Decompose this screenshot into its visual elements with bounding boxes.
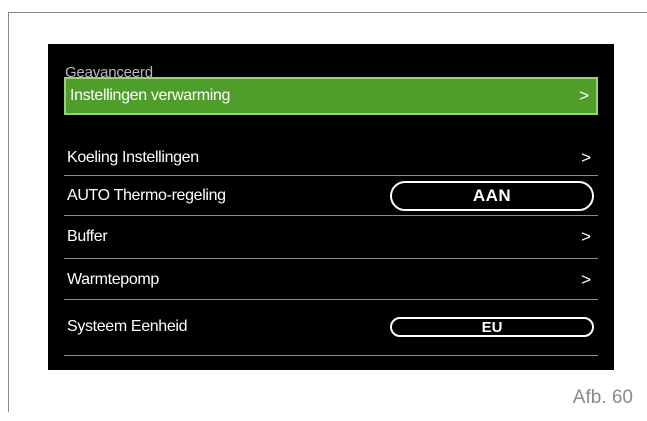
chevron-right-icon: > bbox=[581, 227, 591, 246]
chevron-right-icon: > bbox=[581, 148, 591, 167]
menu-item-auto-thermo-regulation[interactable]: AUTO Thermo-regeling AAN bbox=[64, 177, 598, 215]
menu-item-heat-pump[interactable]: Warmtepomp > bbox=[64, 261, 598, 299]
menu-divider bbox=[64, 215, 598, 216]
menu-divider bbox=[64, 355, 598, 356]
menu-divider bbox=[64, 299, 598, 300]
menu-item-cooling-settings[interactable]: Koeling Instellingen > bbox=[64, 139, 598, 177]
menu-item-heating-settings[interactable]: Instellingen verwarming > bbox=[64, 77, 598, 115]
figure-caption: Afb. 60 bbox=[572, 387, 633, 408]
menu-item-label: Koeling Instellingen bbox=[67, 149, 199, 166]
menu-item-label: Buffer bbox=[67, 228, 108, 245]
menu-item-label: AUTO Thermo-regeling bbox=[67, 187, 226, 204]
chevron-right-icon: > bbox=[579, 86, 589, 105]
menu-divider bbox=[64, 175, 598, 176]
chevron-right-icon: > bbox=[581, 270, 591, 289]
menu-divider bbox=[64, 258, 598, 259]
frame-top-border bbox=[8, 12, 647, 13]
system-unit-selector[interactable]: EU bbox=[390, 317, 594, 337]
menu-item-buffer[interactable]: Buffer > bbox=[64, 218, 598, 256]
device-screen: Geavanceerd Instellingen verwarming > Ko… bbox=[48, 44, 614, 370]
auto-thermo-toggle[interactable]: AAN bbox=[390, 181, 594, 211]
menu-item-label: Instellingen verwarming bbox=[70, 87, 231, 104]
frame-left-border bbox=[8, 12, 9, 412]
menu-item-label: Warmtepomp bbox=[67, 271, 159, 288]
menu-item-label: Systeem Eenheid bbox=[67, 318, 188, 335]
menu-item-system-unit[interactable]: Systeem Eenheid EU bbox=[64, 308, 598, 346]
